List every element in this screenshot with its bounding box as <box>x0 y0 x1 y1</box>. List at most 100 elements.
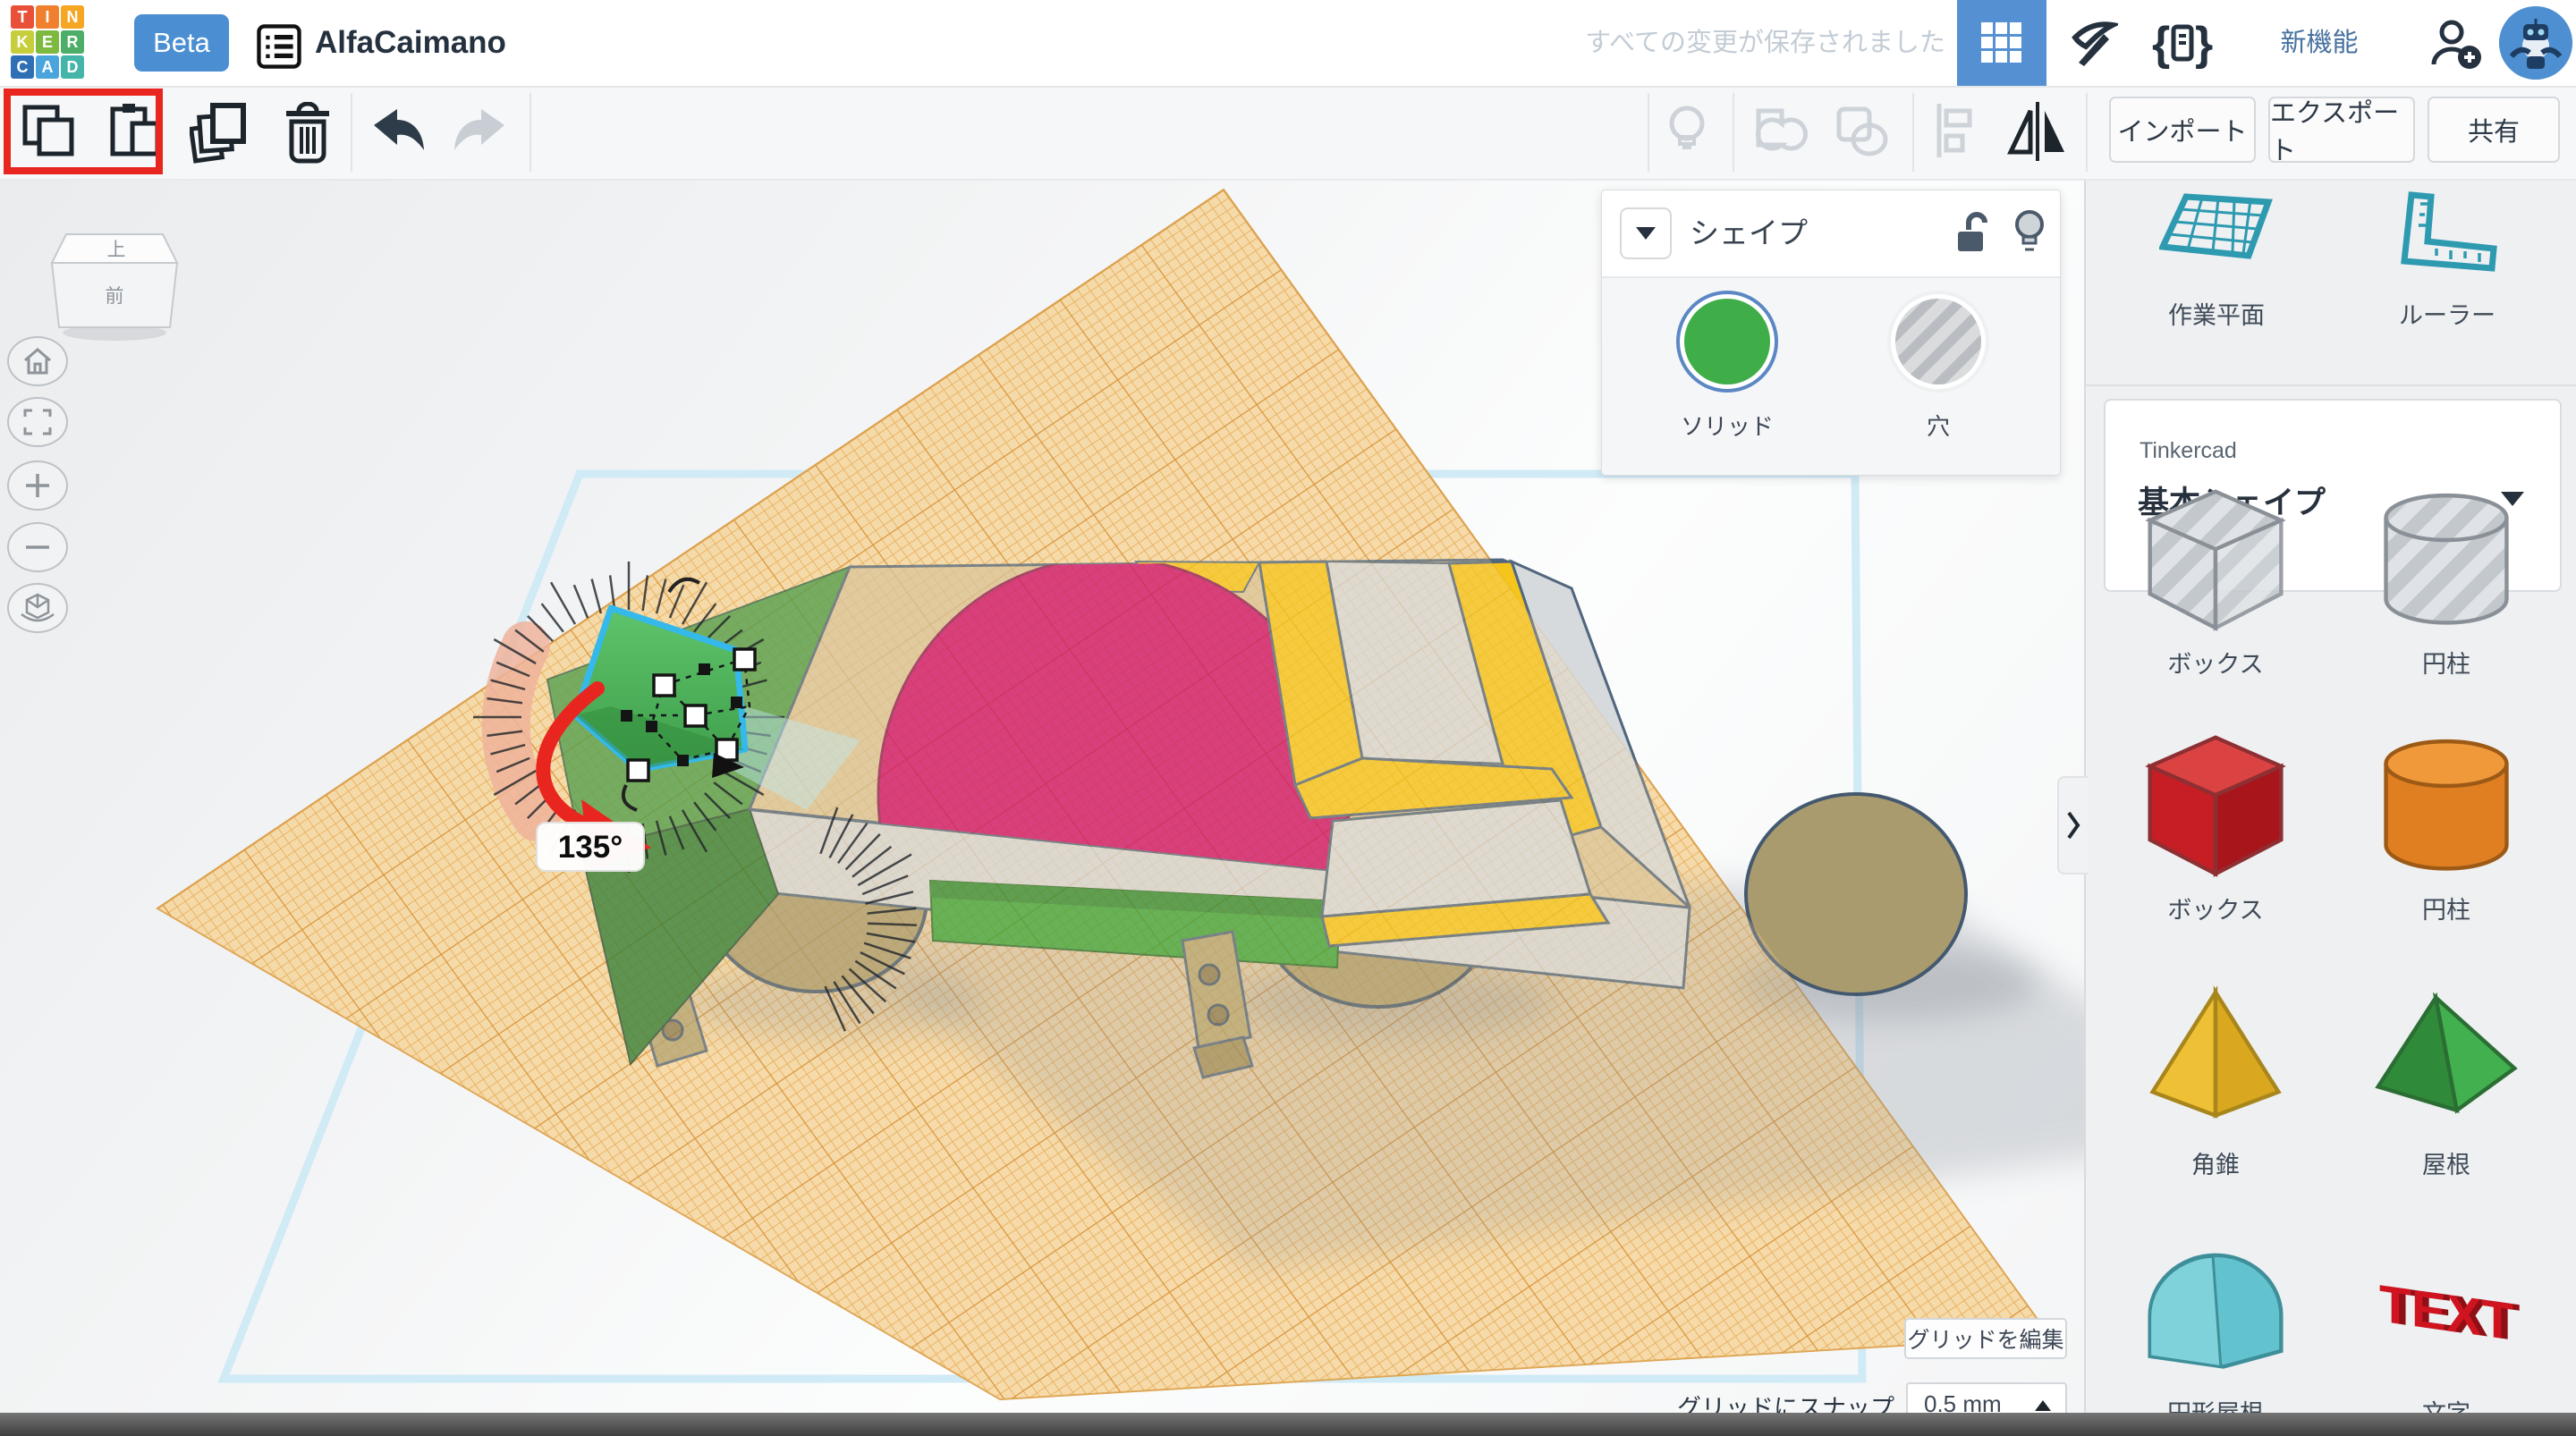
zoom-in-button[interactable] <box>7 460 68 511</box>
minecraft-pickaxe-icon <box>2068 18 2118 68</box>
toolbar-separator <box>2086 93 2088 172</box>
logo-tile: I <box>36 5 59 29</box>
fit-view-icon <box>21 407 54 437</box>
ungroup-button[interactable] <box>1834 102 1893 161</box>
zoom-out-icon <box>22 532 53 562</box>
shape-item-cylinder-hole[interactable]: 円柱 <box>2324 481 2569 680</box>
svg-text:{: { <box>2152 18 2170 70</box>
solid-swatch[interactable] <box>1676 291 1778 393</box>
ruler-tool[interactable]: ルーラー <box>2331 190 2563 331</box>
chevron-down-icon <box>1636 227 1656 240</box>
logo-tile: E <box>36 30 59 54</box>
chevron-up-icon <box>2035 1400 2051 1411</box>
tinkercad-logo[interactable]: T I N K E R C A D <box>11 5 88 82</box>
show-all-button[interactable] <box>1662 102 1721 161</box>
cylinder-hole-icon <box>2368 481 2525 638</box>
ruler-label: ルーラー <box>2331 296 2563 331</box>
fit-view-button[interactable] <box>7 397 68 447</box>
shape-label: 円柱 <box>2324 891 2569 925</box>
workplane-tool[interactable]: 作業平面 <box>2100 190 2333 331</box>
toolbar-separator <box>530 93 531 172</box>
inspector-header: シェイプ <box>1602 190 2060 278</box>
cylinder-icon <box>2368 727 2525 884</box>
shape-item-cylinder[interactable]: 円柱 <box>2324 727 2569 925</box>
hole-label: 穴 <box>1858 409 2019 442</box>
toolbar-separator <box>1733 93 1734 172</box>
solid-label: ソリッド <box>1647 409 1808 442</box>
3d-canvas[interactable]: 135° 上 前 <box>0 179 2084 1436</box>
save-status: すべての変更が保存されました <box>1552 0 1945 86</box>
logo-tile: A <box>36 55 59 79</box>
shape-item-text[interactable]: TEXT TEXT 文字 <box>2324 1230 2569 1429</box>
collapse-sidebar-button[interactable] <box>2057 776 2088 874</box>
align-icon <box>1930 102 1984 159</box>
group-icon <box>1751 102 1810 159</box>
shape-item-box-hole[interactable]: ボックス <box>2093 481 2338 680</box>
pyramid-icon <box>2137 982 2294 1139</box>
group-button[interactable] <box>1751 102 1810 161</box>
zoom-in-icon <box>22 470 53 501</box>
bulb-icon <box>1662 102 1712 163</box>
duplicate-icon <box>190 102 249 165</box>
home-view-button[interactable] <box>7 336 68 386</box>
svg-text:}: } <box>2195 18 2213 70</box>
svg-text:上: 上 <box>107 240 126 260</box>
svg-text:TEXT: TEXT <box>2379 1275 2513 1352</box>
zoom-out-button[interactable] <box>7 522 68 572</box>
collapse-panel-button[interactable] <box>1620 207 1672 259</box>
shape-inspector-panel: シェイプ ソリッド 穴 <box>1601 190 2061 476</box>
shape-label: ボックス <box>2093 645 2338 680</box>
shape-item-box[interactable]: ボックス <box>2093 727 2338 925</box>
red-highlight-annotation <box>4 89 163 174</box>
workplane-label: 作業平面 <box>2100 296 2333 331</box>
round-roof-icon <box>2137 1230 2294 1388</box>
logo-tile: C <box>11 55 34 79</box>
box-hole-icon <box>2137 481 2294 638</box>
undo-button[interactable] <box>369 102 428 161</box>
new-features-link[interactable]: 新機能 <box>2261 0 2377 86</box>
import-button[interactable]: インポート <box>2109 97 2256 163</box>
bulb-icon[interactable] <box>2012 208 2047 257</box>
3d-editor-tab[interactable] <box>1957 0 2046 86</box>
hole-swatch[interactable] <box>1887 291 1989 393</box>
trash-icon <box>279 102 336 165</box>
text-shape-icon: TEXT TEXT <box>2368 1230 2525 1388</box>
mirror-button[interactable] <box>2002 102 2061 161</box>
add-person-button[interactable] <box>2415 0 2496 86</box>
align-button[interactable] <box>1930 102 1989 161</box>
design-menu-button[interactable] <box>256 23 302 74</box>
mirror-icon <box>2002 102 2073 161</box>
codeblocks-button[interactable]: { } <box>2140 0 2225 86</box>
view-cube[interactable]: 上 前 <box>47 207 190 351</box>
logo-tile: D <box>61 55 84 79</box>
home-icon <box>21 346 54 376</box>
solid-color-circle <box>1684 299 1770 384</box>
shape-item-roof[interactable]: 屋根 <box>2324 982 2569 1180</box>
app-header: T I N K E R C A D Beta AlfaCaimano すべての変… <box>0 0 2576 88</box>
main-toolbar: インポート エクスポート 共有 <box>0 86 2576 181</box>
share-button[interactable]: 共有 <box>2428 97 2560 163</box>
codeblocks-icon: { } <box>2150 16 2215 70</box>
minecraft-export-button[interactable] <box>2050 0 2136 86</box>
duplicate-button[interactable] <box>190 102 249 161</box>
ruler-icon <box>2390 190 2504 284</box>
avatar[interactable] <box>2499 6 2572 80</box>
library-kicker: Tinkercad <box>2140 438 2237 464</box>
shape-library-sidebar: 作業平面 ルーラー Tinkercad 基本シェイプ <box>2084 179 2576 1436</box>
export-button[interactable]: エクスポート <box>2268 97 2415 163</box>
delete-button[interactable] <box>279 102 338 161</box>
undo-icon <box>369 102 428 159</box>
redo-button[interactable] <box>451 102 510 161</box>
logo-tile: T <box>11 5 34 29</box>
beta-badge[interactable]: Beta <box>134 14 229 72</box>
design-title[interactable]: AlfaCaimano <box>315 0 506 86</box>
toolbar-separator <box>351 93 352 172</box>
toolbar-separator <box>1912 93 1914 172</box>
edit-grid-button[interactable]: グリッドを編集 <box>1904 1318 2067 1359</box>
shape-item-round-roof[interactable]: 円形屋根 <box>2093 1230 2338 1429</box>
robot-avatar-image <box>2499 6 2572 80</box>
shape-item-pyramid[interactable]: 角錐 <box>2093 982 2338 1180</box>
shape-label: ボックス <box>2093 891 2338 925</box>
unlock-icon[interactable] <box>1951 212 1992 255</box>
perspective-button[interactable] <box>7 583 68 633</box>
